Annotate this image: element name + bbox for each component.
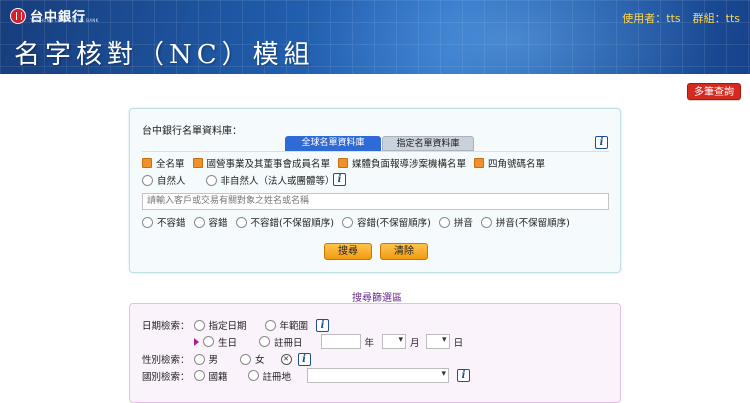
country-filter-label: 國別檢索： [142,371,190,383]
day-select[interactable] [425,334,450,349]
checkbox-state-enterprise[interactable]: 國營事業及其董事會成員名單 [192,156,331,170]
radio-circle[interactable] [142,216,153,228]
user-label: 使用者：tts [622,12,681,25]
radio-label: 不容錯(不保留順序) [250,218,334,229]
radio-circle[interactable] [142,174,153,186]
radio-label: 男 [208,355,219,366]
clear-button[interactable]: 清除 [380,243,428,260]
header-banner: 台中銀行 TAICHUNG COMMERCIAL BANK 名字核對（NC）模組… [0,0,750,74]
country-select[interactable] [307,368,450,383]
marker-triangle-icon [194,337,199,346]
checkbox-four-corner[interactable]: 四角號碼名單 [474,156,545,170]
radio-natural-person[interactable]: 自然人 [142,173,186,187]
radio-label: 生日 [218,337,238,349]
day-unit: 日 [453,337,464,349]
checkbox-box[interactable] [338,158,349,168]
page-title: 名字核對（NC）模組 [14,40,315,70]
info-icon[interactable]: i [333,173,346,186]
radio-year-range[interactable] [264,319,276,331]
checkbox-box[interactable] [142,158,152,168]
radio-nationality[interactable] [193,370,205,381]
tab-global-list[interactable]: 全球名單資料庫 [285,136,381,151]
checkbox-negative-media[interactable]: 媒體負面報導涉案機構名單 [338,156,466,170]
user-info: 使用者：tts 群組：tts [622,10,740,26]
person-type-row: 自然人 非自然人（法人或團體等） [142,173,341,187]
logo-icon [10,7,26,24]
radio-label: 不容錯 [157,218,186,229]
radio-fuzzy-unordered[interactable]: 容錯(不保留順序) [341,215,431,229]
gender-filter-row: 性別檢索： 男 女 ✕ i [142,352,311,366]
date-type-row: 生日 註冊日 年 月 日 [142,334,463,349]
radio-label: 國籍 [208,371,228,383]
filter-panel: 日期檢索： 指定日期 年範圍 i 生日 註冊日 年 月 日 性別檢索： 男 女 … [129,303,621,403]
list-checkboxes: 全名單 國營事業及其董事會成員名單 媒體負面報導涉案機構名單 四角號碼名單 [142,156,545,170]
match-mode-row: 不容錯 容錯 不容錯(不保留順序) 容錯(不保留順序) 拼音 拼音(不保留順序) [142,215,576,229]
radio-label: 註冊日 [274,337,303,349]
radio-exact[interactable]: 不容錯 [142,215,186,229]
radio-exact-unordered[interactable]: 不容錯(不保留順序) [235,215,334,229]
month-select[interactable] [382,334,407,349]
radio-label: 自然人 [157,176,186,187]
checkbox-box[interactable] [192,158,203,168]
radio-male[interactable] [193,353,205,365]
info-icon[interactable]: i [316,318,330,332]
radio-any-gender[interactable]: ✕ [280,353,292,365]
date-filter-label: 日期檢索： [142,321,190,332]
gender-filter-label: 性別檢索： [142,355,190,366]
action-buttons: 搜尋 清除 [324,243,428,260]
radio-label: 拼音 [453,218,473,229]
radio-specific-date[interactable] [193,319,205,331]
checkbox-box[interactable] [474,158,485,168]
info-icon[interactable]: i [297,352,311,366]
radio-circle[interactable] [193,216,205,228]
checkbox-label: 全名單 [156,159,185,170]
radio-label: 容錯(不保留順序) [356,218,431,229]
date-filter-row: 日期檢索： 指定日期 年範圍 i [142,318,330,332]
radio-pinyin[interactable]: 拼音 [438,215,473,229]
group-label: 群組：tts [692,12,740,25]
radio-label: 容錯 [208,218,228,229]
logo-subtitle: TAICHUNG COMMERCIAL BANK [30,18,99,23]
radio-circle[interactable] [438,216,450,228]
tab-designated-list[interactable]: 指定名單資料庫 [382,136,474,151]
radio-label: 非自然人（法人或團體等） [220,176,335,187]
radio-label: 女 [255,355,265,366]
tab-divider [142,151,609,152]
radio-label: 年範圍 [279,321,309,332]
filter-section-title: 搜尋篩選區 [352,293,402,304]
radio-circle[interactable] [480,216,492,228]
checkbox-label: 國營事業及其董事會成員名單 [206,159,331,170]
radio-birthday[interactable] [203,336,214,347]
radio-circle[interactable] [235,216,247,228]
radio-label: 註冊地 [262,371,292,383]
radio-label: 拼音(不保留順序) [495,218,570,229]
library-tabs: 全球名單資料庫 指定名單資料庫 [285,136,474,151]
search-button[interactable]: 搜尋 [324,243,372,260]
radio-pinyin-unordered[interactable]: 拼音(不保留順序) [480,215,570,229]
name-search-input[interactable]: 請輸入客戶或交易有關對象之姓名或名稱 [142,193,609,210]
search-panel: 台中銀行名單資料庫： 全球名單資料庫 指定名單資料庫 i 全名單 國營事業及其董… [129,108,621,273]
country-filter-row: 國別檢索： 國籍 註冊地 i [142,368,471,383]
radio-label: 指定日期 [208,321,247,332]
radio-female[interactable] [240,353,252,365]
checkbox-label: 媒體負面報導涉案機構名單 [352,159,467,170]
info-icon[interactable]: i [457,369,471,382]
radio-circle[interactable] [205,174,217,186]
info-icon[interactable]: i [595,136,608,149]
year-input[interactable] [320,334,361,349]
multi-query-button[interactable]: 多筆查詢 [687,83,741,100]
checkbox-all-lists[interactable]: 全名單 [142,156,185,170]
checkbox-label: 四角號碼名單 [488,159,546,170]
radio-legal-entity[interactable]: 非自然人（法人或團體等） [205,173,335,187]
radio-fuzzy[interactable]: 容錯 [193,215,228,229]
radio-registration-date[interactable] [259,336,271,347]
library-label: 台中銀行名單資料庫： [142,126,242,137]
month-unit: 月 [410,337,420,349]
year-unit: 年 [364,337,375,349]
radio-circle[interactable] [341,216,353,228]
radio-registered-country[interactable] [247,370,259,381]
